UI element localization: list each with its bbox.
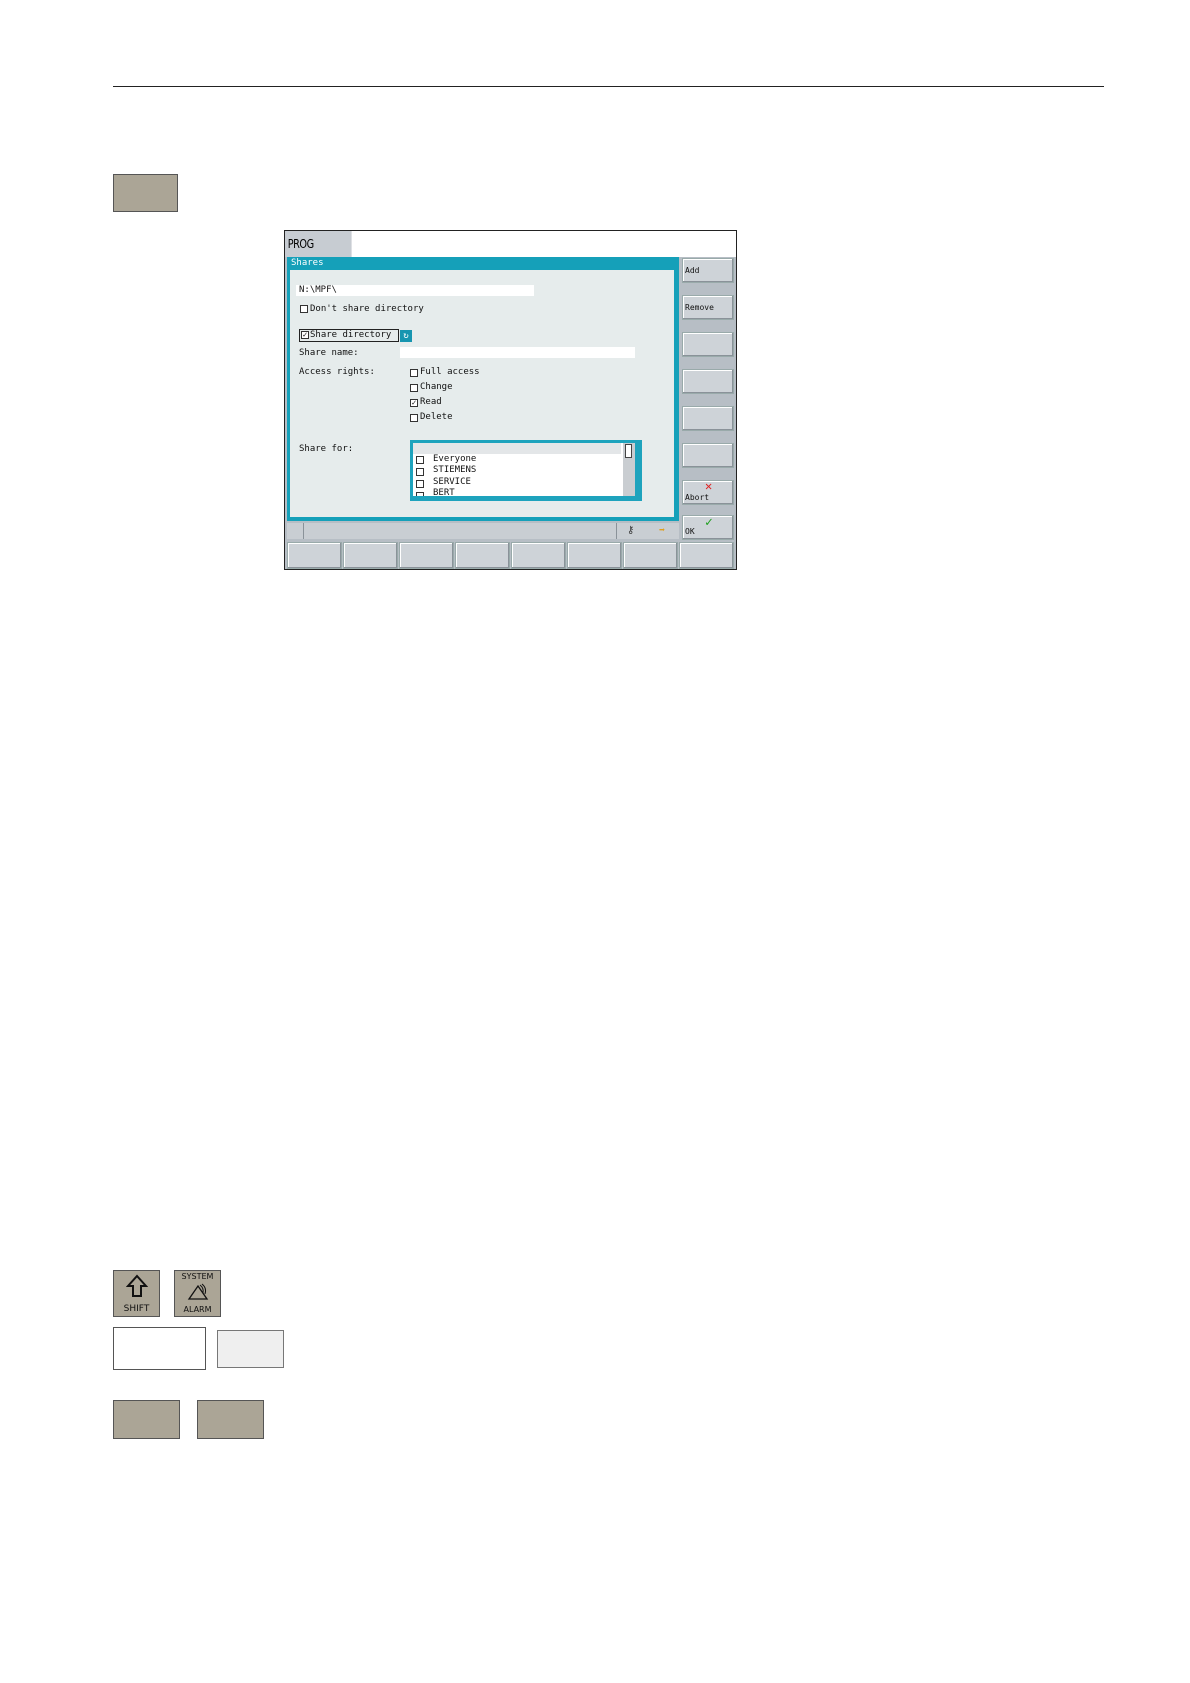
softkey-h5[interactable]	[511, 542, 566, 569]
gray-softkey-right[interactable]	[197, 1400, 264, 1439]
dialog-title: Shares	[291, 258, 324, 268]
softkey-h7[interactable]	[623, 542, 678, 569]
softkey-placeholder-top[interactable]	[113, 174, 178, 212]
list-scrollbar[interactable]	[623, 443, 635, 496]
softkey-add[interactable]: Add	[682, 258, 734, 283]
shift-key[interactable]: SHIFT	[113, 1270, 160, 1317]
list-header	[413, 443, 621, 454]
softkey-h1[interactable]	[287, 542, 342, 569]
dont-share-checkbox[interactable]	[300, 305, 308, 313]
softkey-v4[interactable]	[682, 369, 734, 394]
access-rights-label: Access rights:	[299, 367, 375, 377]
dont-share-label: Don't share directory	[310, 304, 424, 314]
service-checkbox[interactable]	[416, 480, 424, 488]
shift-arrow-icon	[126, 1274, 148, 1297]
everyone-checkbox[interactable]	[416, 456, 424, 464]
light-softkey[interactable]	[217, 1330, 284, 1368]
key-lock-icon: ⚷	[627, 525, 635, 536]
shift-label: SHIFT	[123, 1304, 150, 1314]
full-access-checkbox[interactable]	[410, 369, 418, 377]
softkey-ok[interactable]: ✓ OK	[682, 515, 734, 540]
softkey-h6[interactable]	[567, 542, 622, 569]
header-rule	[113, 86, 1104, 87]
share-directory-checkbox[interactable]: ✓	[301, 331, 309, 339]
alarm-label: ALARM	[183, 1305, 212, 1314]
gray-softkey-left[interactable]	[113, 1400, 180, 1439]
stiemens-label: STIEMENS	[433, 465, 477, 475]
path-value: N:\MPF\	[299, 285, 337, 295]
delete-label: Delete	[420, 412, 453, 422]
share-for-list-inner: Everyone STIEMENS SERVICE BERT	[413, 443, 635, 496]
dialog-body: N:\MPF\ Don't share directory ✓ Share di…	[290, 270, 674, 517]
softkey-h2[interactable]	[343, 542, 398, 569]
share-name-label: Share name:	[299, 348, 359, 358]
ok-check-icon: ✓	[705, 515, 713, 530]
read-checkbox[interactable]: ✓	[410, 399, 418, 407]
toggle-icon[interactable]: ↻	[400, 330, 412, 342]
softkey-v5[interactable]	[682, 406, 734, 431]
full-access-label: Full access	[420, 367, 480, 377]
bert-label: BERT	[433, 488, 455, 496]
share-for-list[interactable]: Everyone STIEMENS SERVICE BERT	[410, 440, 642, 501]
softkey-v6[interactable]	[682, 443, 734, 468]
softkey-h3[interactable]	[399, 542, 454, 569]
bert-checkbox[interactable]	[416, 492, 424, 496]
change-checkbox[interactable]	[410, 384, 418, 392]
app-title: PROG MANAGER	[285, 231, 352, 277]
softkey-v3[interactable]	[682, 332, 734, 357]
arrow-right-icon: ➡	[659, 525, 666, 536]
alarm-bell-icon	[187, 1283, 209, 1300]
share-directory-label: Share directory	[310, 330, 392, 340]
share-for-label: Share for:	[299, 444, 354, 454]
softkey-abort[interactable]: ✕ Abort	[682, 479, 734, 505]
white-softkey[interactable]	[113, 1327, 206, 1370]
shares-dialog: Shares N:\MPF\ Don't share directory ✓ S…	[287, 257, 679, 521]
everyone-label: Everyone	[433, 454, 477, 464]
abort-x-icon: ✕	[705, 479, 713, 493]
delete-checkbox[interactable]	[410, 414, 418, 422]
softkey-h4[interactable]	[455, 542, 510, 569]
scroll-thumb[interactable]	[625, 444, 632, 458]
service-label: SERVICE	[433, 477, 471, 487]
title-bar: PROG MANAGER	[285, 231, 736, 277]
system-alarm-key[interactable]: SYSTEM ALARM	[174, 1270, 221, 1317]
system-label: SYSTEM	[181, 1272, 214, 1281]
status-bar: ⚷ ➡	[287, 523, 679, 539]
share-name-input[interactable]	[400, 347, 635, 358]
change-label: Change	[420, 382, 453, 392]
read-label: Read	[420, 397, 442, 407]
stiemens-checkbox[interactable]	[416, 468, 424, 476]
hmi-screen: PROG MANAGER Shares N:\MPF\ Don't share …	[284, 230, 737, 570]
softkey-remove[interactable]: Remove	[682, 295, 734, 320]
softkey-h8[interactable]	[679, 542, 734, 569]
